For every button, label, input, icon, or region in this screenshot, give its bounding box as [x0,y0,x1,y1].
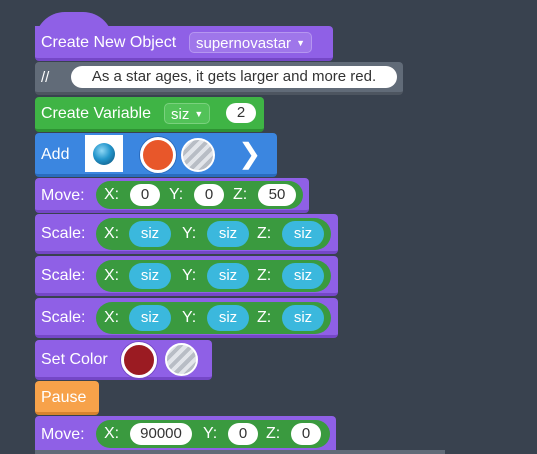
y-label: Y: [169,186,184,203]
create-variable-label: Create Variable [41,105,151,122]
chevron-right-icon[interactable]: ❯ [238,139,261,169]
texture-swatch-metal[interactable] [181,138,215,172]
z-label: Z: [257,267,272,284]
pause-block[interactable]: Pause [35,381,99,415]
x-label: X: [104,309,120,326]
move-block[interactable]: Move: X: 90000 Y: 0 Z: 0 [35,416,336,454]
comment-block[interactable]: // As a star ages, it gets larger and mo… [35,62,403,95]
create-variable-block[interactable]: Create Variable siz ▼ 2 [35,97,264,132]
add-label: Add [41,146,70,163]
y-variable-reporter[interactable]: siz [207,221,249,247]
z-field[interactable]: 0 [291,423,321,445]
create-object-block[interactable]: Create New Object supernovastar ▼ [35,26,333,61]
x-label: X: [104,425,120,442]
sphere-icon [93,143,115,165]
z-variable-reporter[interactable]: siz [282,305,324,331]
texture-swatch-metal[interactable] [165,343,198,376]
comment-marker: // [41,69,50,86]
y-label: Y: [182,225,197,242]
y-label: Y: [203,425,218,442]
move-label: Move: [41,426,85,443]
z-label: Z: [266,425,281,442]
scale-block[interactable]: Scale: X: siz Y: siz Z: siz [35,256,338,296]
object-thumbnail[interactable] [85,135,123,172]
z-variable-reporter[interactable]: siz [282,263,324,289]
x-label: X: [104,186,120,203]
x-variable-reporter[interactable]: siz [129,305,171,331]
variable-name-dropdown[interactable]: siz ▼ [164,103,211,124]
move-block[interactable]: Move: X: 0 Y: 0 Z: 50 [35,178,309,213]
scale-block[interactable]: Scale: X: siz Y: siz Z: siz [35,214,338,254]
add-block[interactable]: Add ❯ [35,133,277,177]
x-variable-reporter[interactable]: siz [129,263,171,289]
pause-label: Pause [41,389,87,406]
x-variable-reporter[interactable]: siz [129,221,171,247]
z-variable-reporter[interactable]: siz [282,221,324,247]
set-color-block[interactable]: Set Color [35,340,212,380]
scale-vector: X: siz Y: siz Z: siz [96,302,331,334]
chevron-down-icon: ▼ [296,38,305,48]
y-field[interactable]: 0 [228,423,258,445]
set-color-label: Set Color [41,351,108,368]
create-object-label: Create New Object [41,34,177,51]
scale-vector: X: siz Y: siz Z: siz [96,218,331,250]
chevron-down-icon: ▼ [194,109,204,119]
y-label: Y: [182,267,197,284]
scale-label: Scale: [41,225,86,242]
next-block-edge [35,450,445,454]
y-label: Y: [182,309,197,326]
z-label: Z: [233,186,248,203]
position-vector: X: 90000 Y: 0 Z: 0 [96,420,330,448]
position-vector: X: 0 Y: 0 Z: 50 [96,181,303,209]
x-field[interactable]: 0 [130,184,160,206]
y-variable-reporter[interactable]: siz [207,305,249,331]
scale-label: Scale: [41,267,86,284]
x-label: X: [104,225,120,242]
z-field[interactable]: 50 [258,184,296,206]
x-field[interactable]: 90000 [130,423,192,445]
comment-text-field[interactable]: As a star ages, it gets larger and more … [71,66,397,88]
y-field[interactable]: 0 [194,184,224,206]
y-variable-reporter[interactable]: siz [207,263,249,289]
move-label: Move: [41,187,85,204]
x-label: X: [104,267,120,284]
color-swatch-orange[interactable] [140,137,176,173]
scale-vector: X: siz Y: siz Z: siz [96,260,331,292]
color-swatch-red[interactable] [121,342,157,378]
variable-value-field[interactable]: 2 [226,103,256,123]
object-name-dropdown[interactable]: supernovastar ▼ [189,32,312,53]
z-label: Z: [257,225,272,242]
scale-label: Scale: [41,309,86,326]
z-label: Z: [257,309,272,326]
scale-block[interactable]: Scale: X: siz Y: siz Z: siz [35,298,338,338]
